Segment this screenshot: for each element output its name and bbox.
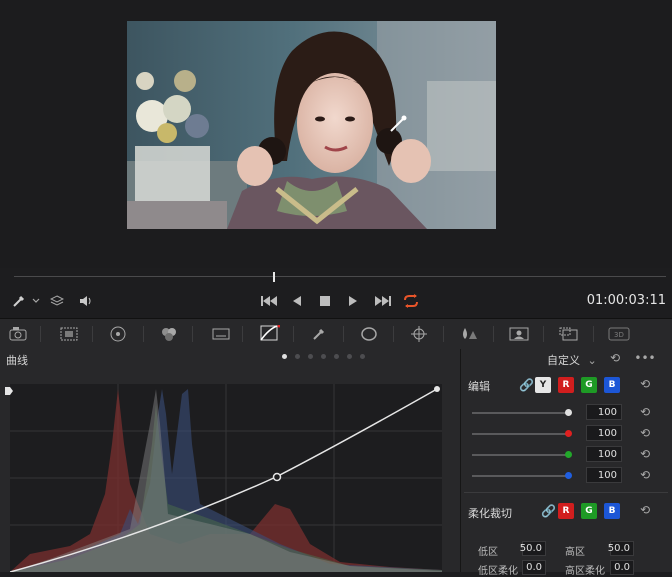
color-wheels-icon[interactable] xyxy=(103,319,133,349)
loop-icon[interactable] xyxy=(400,286,422,316)
sizing-icon[interactable] xyxy=(554,319,584,349)
blur-icon[interactable] xyxy=(454,319,484,349)
chevron-down-icon[interactable] xyxy=(30,286,42,316)
low-value[interactable]: 50.0 xyxy=(520,541,546,556)
low-soft-label: 低区柔化 xyxy=(478,566,518,577)
viewer xyxy=(0,0,672,268)
gain-slider-track[interactable] xyxy=(472,433,568,435)
video-frame[interactable] xyxy=(127,21,496,229)
gain-slider-track[interactable] xyxy=(472,475,568,477)
soft-clip-r-button[interactable]: R xyxy=(558,503,574,519)
curves-icon[interactable] xyxy=(255,319,285,349)
link-icon[interactable]: 🔗 xyxy=(541,504,556,518)
reset-icon[interactable]: ⟲ xyxy=(640,468,650,482)
page-dots[interactable] xyxy=(282,354,365,359)
key-icon[interactable] xyxy=(504,319,534,349)
soft-clip-label: 柔化裁切 xyxy=(468,507,512,520)
channel-b-button[interactable]: B xyxy=(604,377,620,393)
chevron-down-icon: ⌄ xyxy=(587,354,597,367)
motion-effects-icon[interactable] xyxy=(206,319,236,349)
divider xyxy=(464,492,668,493)
gain-value[interactable]: 100 xyxy=(586,467,622,483)
qualifier-icon[interactable] xyxy=(304,319,334,349)
gain-slider-track[interactable] xyxy=(472,412,568,414)
curve-end-point xyxy=(434,386,440,392)
page-dot[interactable] xyxy=(347,354,352,359)
high-label: 高区 xyxy=(565,547,585,558)
preset-dropdown[interactable]: 自定义 ⌄ xyxy=(547,352,597,368)
stop-icon[interactable] xyxy=(316,286,334,316)
page-dot[interactable] xyxy=(334,354,339,359)
skip-to-start-icon[interactable] xyxy=(258,286,280,316)
edit-label: 编辑 xyxy=(468,380,490,393)
rgb-mixer-icon[interactable] xyxy=(154,319,184,349)
reset-icon[interactable]: ⟲ xyxy=(640,503,650,517)
channel-y-button[interactable]: Y xyxy=(535,377,551,393)
gain-slider-row: 100 ⟲ xyxy=(472,467,662,483)
low-soft-value[interactable]: 0.0 xyxy=(522,560,546,575)
gain-slider-knob[interactable] xyxy=(565,472,572,479)
gain-slider-knob[interactable] xyxy=(565,409,572,416)
soft-clip-g-button[interactable]: G xyxy=(581,503,597,519)
camera-raw-icon[interactable] xyxy=(4,319,34,349)
preset-label: 自定义 xyxy=(547,354,580,367)
gain-slider-knob[interactable] xyxy=(565,451,572,458)
high-soft-value[interactable]: 0.0 xyxy=(610,560,634,575)
gain-slider-row: 100 ⟲ xyxy=(472,425,662,441)
page-dot[interactable] xyxy=(282,354,287,359)
svg-text:3D: 3D xyxy=(614,331,624,339)
page-dot[interactable] xyxy=(360,354,365,359)
tracker-icon[interactable] xyxy=(404,319,434,349)
curve-start-handle[interactable] xyxy=(4,386,14,399)
gain-value[interactable]: 100 xyxy=(586,404,622,420)
panel-title: 曲线 xyxy=(6,354,28,367)
reset-icon[interactable]: ⟲ xyxy=(640,405,650,419)
page-dot[interactable] xyxy=(308,354,313,359)
curve-control-point xyxy=(272,472,282,482)
reset-icon[interactable]: ⟲ xyxy=(640,377,650,391)
play-icon[interactable] xyxy=(344,286,362,316)
curve-graph[interactable] xyxy=(10,384,442,572)
play-reverse-icon[interactable] xyxy=(288,286,306,316)
more-options-icon[interactable]: ••• xyxy=(634,350,655,366)
low-label: 低区 xyxy=(478,547,498,558)
layers-icon[interactable] xyxy=(48,286,66,316)
reset-icon[interactable]: ⟲ xyxy=(607,350,623,366)
reset-icon[interactable]: ⟲ xyxy=(640,447,650,461)
high-soft-label: 高区柔化 xyxy=(565,566,605,577)
video-frame-image xyxy=(127,21,496,229)
playhead[interactable] xyxy=(273,272,275,282)
page-dot[interactable] xyxy=(295,354,300,359)
window-icon[interactable] xyxy=(354,319,384,349)
soft-clip-b-button[interactable]: B xyxy=(604,503,620,519)
channel-g-button[interactable]: G xyxy=(581,377,597,393)
gain-slider-knob[interactable] xyxy=(565,430,572,437)
link-icon[interactable]: 🔗 xyxy=(519,378,534,392)
speaker-icon[interactable] xyxy=(76,286,96,316)
gain-slider-track[interactable] xyxy=(472,454,568,456)
transport-bar xyxy=(0,286,672,316)
gain-slider-row: 100 ⟲ xyxy=(472,446,662,462)
channel-r-button[interactable]: R xyxy=(558,377,574,393)
palette-toolbar: 3D xyxy=(0,318,672,350)
high-value[interactable]: 50.0 xyxy=(608,541,634,556)
eyedropper-icon[interactable] xyxy=(10,286,28,316)
reset-icon[interactable]: ⟲ xyxy=(640,426,650,440)
color-match-icon[interactable] xyxy=(54,319,84,349)
gain-value[interactable]: 100 xyxy=(586,446,622,462)
skip-to-end-icon[interactable] xyxy=(372,286,394,316)
gain-value[interactable]: 100 xyxy=(586,425,622,441)
page-dot[interactable] xyxy=(321,354,326,359)
3d-icon[interactable]: 3D xyxy=(604,319,634,349)
gain-slider-row: 100 ⟲ xyxy=(472,404,662,420)
timecode: 01:00:03:11 xyxy=(586,293,666,308)
timeline-scrubber[interactable] xyxy=(14,276,666,277)
